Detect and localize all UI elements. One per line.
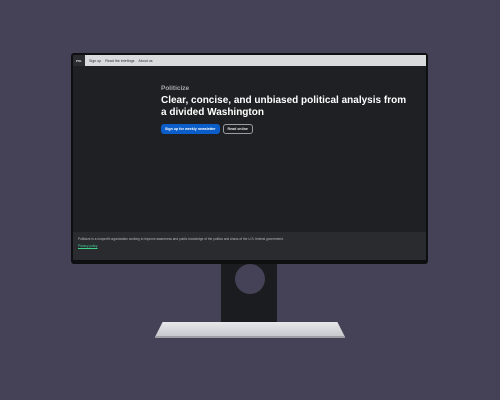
footer-description: Politicize is a nonprofit organization w… — [78, 237, 284, 241]
hero-buttons: Sign up for weekly newsletter Read onlin… — [161, 124, 411, 134]
monitor-stand-base-edge — [155, 336, 345, 338]
monitor-stand-base — [155, 322, 345, 337]
read-online-button[interactable]: Read online — [222, 124, 253, 134]
nav-link-about[interactable]: About us — [138, 59, 152, 63]
brand-name: Politicize — [161, 85, 190, 92]
signup-newsletter-button[interactable]: Sign up for weekly newsletter — [161, 124, 220, 134]
footer: Politicize is a nonprofit organization w… — [73, 232, 426, 260]
nav-link-sign-up[interactable]: Sign up — [89, 59, 101, 63]
monitor-screen: POL Sign up Read the briefings About us … — [73, 55, 426, 260]
nav-link-briefings[interactable]: Read the briefings — [105, 59, 134, 63]
privacy-policy-link[interactable]: Privacy policy — [78, 244, 98, 248]
page-title: Clear, concise, and unbiased political a… — [161, 95, 407, 118]
monitor-stand-neck — [221, 264, 277, 324]
site-logo[interactable]: POL — [73, 55, 85, 66]
hero-section: Politicize Clear, concise, and unbiased … — [161, 85, 411, 134]
stand-cable-hole — [235, 264, 265, 294]
navbar: POL Sign up Read the briefings About us — [73, 55, 426, 66]
